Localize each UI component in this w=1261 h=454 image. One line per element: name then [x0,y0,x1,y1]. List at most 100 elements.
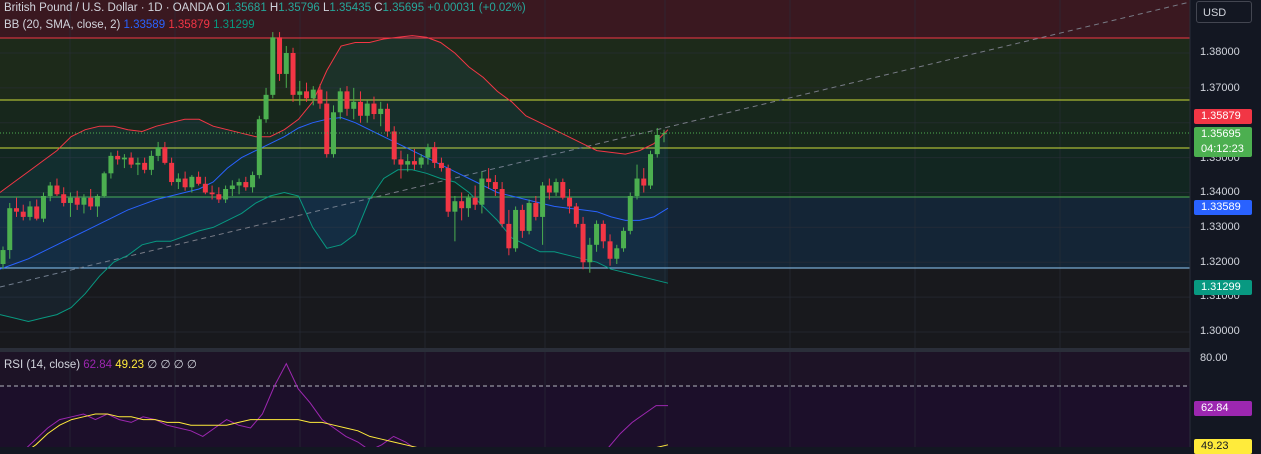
bb-upper-value: 1.35879 [168,19,210,31]
candle-body [304,91,310,99]
last-price-tag: 1.35695 04:12:23 [1194,127,1252,157]
candle-body [101,173,107,196]
candle-body [384,108,390,132]
candle-body [229,185,235,190]
candle-body [142,162,148,170]
bar-countdown: 04:12:23 [1201,143,1244,155]
bb-basis-value: 1.33589 [123,19,166,31]
candle-body [540,185,546,217]
candle-body [438,162,444,169]
candle-body [567,197,573,207]
candle-body [94,195,100,207]
change-value: +0.00031 (+0.02%) [427,2,526,14]
candle-body [465,197,471,209]
candle-body [371,103,377,115]
candle-body [654,134,660,155]
candle-body [223,189,229,200]
price-tick: 1.34000 [1200,186,1240,198]
bb-indicator-name[interactable]: BB (20, SMA, close, 2) [4,19,120,31]
candle-body [40,195,46,219]
candle-body [398,159,404,165]
candle-body [182,178,188,188]
candle-body [627,195,633,231]
candle-body [317,89,323,104]
candle-body [553,182,559,193]
price-tick: 1.33000 [1200,221,1240,233]
candle-body [513,209,519,249]
candle-body [445,168,451,212]
candle-body [135,162,141,165]
candle-body [67,197,73,203]
rsi-value: 62.84 [83,359,113,371]
price-tick: 1.32000 [1200,256,1240,268]
rsi-legend[interactable]: RSI (14, close) 62.84 49.23 ∅ ∅ ∅ ∅ [4,357,197,371]
open-value: 1.35681 [225,2,267,14]
candle-body [486,178,492,183]
candle-body [600,223,606,242]
candle-body [0,250,6,264]
candle-body [88,197,94,207]
open-label: O [216,2,226,14]
candle-body [155,147,161,156]
candle-body [492,182,498,190]
candle-body [189,176,195,188]
candle-body [452,201,458,212]
candle-body [560,182,566,198]
symbol-name[interactable]: British Pound / U.S. Dollar · 1D · OANDA [4,2,213,14]
low-value: 1.35435 [329,2,371,14]
candle-body [243,182,249,188]
price-tick: 1.37000 [1200,82,1240,94]
candle-body [432,147,438,163]
bb-lower-tag: 1.31299 [1194,280,1252,295]
candle-body [506,223,512,249]
candle-body [425,147,431,158]
candle-body [20,211,26,217]
candle-body [337,91,343,113]
rsi-ma-value: 49.23 [115,359,145,371]
high-value: 1.35796 [278,2,320,14]
candle-body [418,157,424,165]
candle-body [162,147,168,163]
candle-body [277,37,283,74]
candle-body [283,53,289,74]
candle-body [648,154,654,186]
candle-body [519,209,525,231]
candle-body [297,91,303,95]
candle-body [391,131,397,160]
candle-body [411,161,417,165]
candle-body [290,53,296,95]
pane-separator[interactable] [0,348,1190,352]
candle-body [499,189,505,224]
candle-body [533,202,539,217]
candle-body [169,162,175,183]
candle-body [7,208,13,251]
bb-legend[interactable]: BB (20, SMA, close, 2) 1.33589 1.35879 1… [4,19,255,31]
candle-body [459,201,465,209]
candle-body [573,206,579,224]
candle-body [148,155,154,170]
candle-body [357,101,363,116]
rsi-indicator-name[interactable]: RSI (14, close) [4,359,80,371]
price-tick: 1.30000 [1200,325,1240,337]
candle-body [81,197,87,205]
candle-body [13,208,19,212]
candle-body [115,155,121,160]
candle-body [546,185,552,193]
candle-body [607,241,613,259]
candle-body [202,183,208,193]
rsi-extras: ∅ ∅ ∅ ∅ [147,359,197,371]
price-chart[interactable] [0,0,1261,447]
candle-body [526,202,532,231]
last-price-value: 1.35695 [1201,128,1241,140]
candle-body [175,178,181,183]
candle-body [594,223,600,245]
candle-body [250,175,256,188]
candle-body [641,178,647,186]
rsi-tick: 80.00 [1200,352,1228,364]
close-label: C [374,2,383,14]
candle-body [256,119,262,176]
candle-body [614,248,620,259]
rsi-tag: 62.84 [1194,401,1252,416]
symbol-legend[interactable]: British Pound / U.S. Dollar · 1D · OANDA… [4,2,526,14]
currency-button[interactable]: USD [1196,1,1252,23]
